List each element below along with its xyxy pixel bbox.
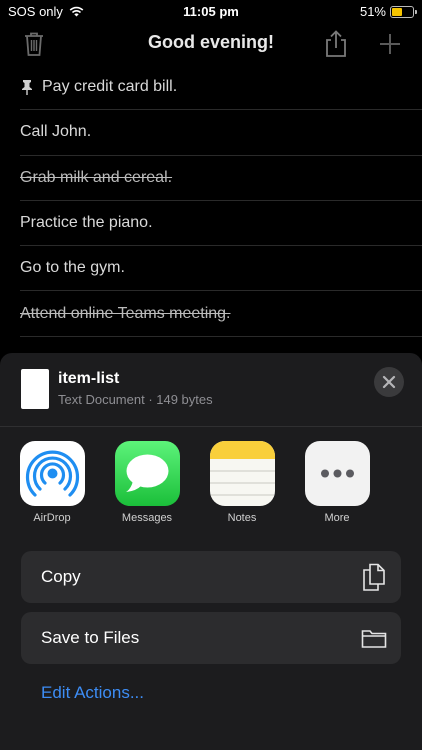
close-icon bbox=[382, 375, 396, 389]
status-right: 51% bbox=[359, 4, 417, 19]
battery-fill bbox=[392, 7, 403, 16]
file-name: item-list bbox=[58, 370, 120, 387]
battery-percent: 51% bbox=[359, 4, 386, 19]
status-bar: SOS only 11:05 pm 51% bbox=[0, 0, 422, 24]
app-messages[interactable]: Messages bbox=[107, 441, 187, 524]
list-item-text: Go to the gym. bbox=[20, 259, 125, 277]
task-list: Pay credit card bill. Call John. Grab mi… bbox=[20, 65, 422, 337]
list-item-text: Call John. bbox=[20, 123, 92, 141]
notes-icon bbox=[209, 441, 275, 506]
folder-icon bbox=[361, 630, 387, 648]
more-icon bbox=[304, 441, 370, 506]
copy-icon bbox=[363, 563, 385, 591]
close-button[interactable] bbox=[374, 367, 404, 397]
app-label: Messages bbox=[121, 512, 173, 524]
app-row: AirDrop Messages Notes More bbox=[0, 441, 422, 531]
save-to-files-label: Save to Files bbox=[41, 628, 140, 647]
share-sheet: item-list Text Document · 149 bytes AirD… bbox=[0, 353, 422, 750]
list-item[interactable]: Go to the gym. bbox=[20, 246, 422, 292]
status-time: 11:05 pm bbox=[183, 4, 239, 19]
list-item-text: Attend online Teams meeting. bbox=[20, 304, 231, 322]
app-notes[interactable]: Notes bbox=[202, 441, 282, 524]
battery-icon bbox=[390, 5, 417, 18]
list-item-text: Grab milk and cereal. bbox=[20, 168, 173, 186]
list-item[interactable]: Grab milk and cereal. bbox=[20, 156, 422, 201]
list-item-text: Practice the piano. bbox=[20, 214, 153, 232]
app-airdrop[interactable]: AirDrop bbox=[12, 441, 92, 524]
file-header: item-list Text Document · 149 bytes bbox=[0, 353, 422, 427]
app-label: Notes bbox=[227, 512, 257, 524]
add-icon[interactable] bbox=[376, 30, 404, 58]
app-more[interactable]: More bbox=[297, 441, 377, 524]
app-label: AirDrop bbox=[33, 512, 71, 524]
page-title: Good evening! bbox=[148, 32, 274, 52]
pin-icon bbox=[22, 80, 32, 96]
save-to-files-button[interactable]: Save to Files bbox=[21, 612, 401, 664]
list-item[interactable]: Attend online Teams meeting. bbox=[20, 291, 422, 337]
document-icon bbox=[21, 369, 49, 409]
app-label: More bbox=[324, 512, 350, 524]
list-item[interactable]: Practice the piano. bbox=[20, 201, 422, 247]
copy-button[interactable]: Copy bbox=[21, 551, 401, 603]
copy-label: Copy bbox=[41, 567, 81, 586]
list-item[interactable]: Pay credit card bill. bbox=[20, 65, 422, 111]
list-item[interactable]: Call John. bbox=[20, 110, 422, 156]
file-meta: Text Document · 149 bytes bbox=[58, 392, 213, 407]
list-item-text: Pay credit card bill. bbox=[42, 78, 178, 96]
share-icon[interactable] bbox=[322, 30, 350, 58]
edit-actions-link[interactable]: Edit Actions... bbox=[41, 683, 144, 703]
nav-bar: Good evening! bbox=[0, 24, 422, 64]
airdrop-icon bbox=[19, 441, 85, 506]
messages-icon bbox=[114, 441, 180, 506]
